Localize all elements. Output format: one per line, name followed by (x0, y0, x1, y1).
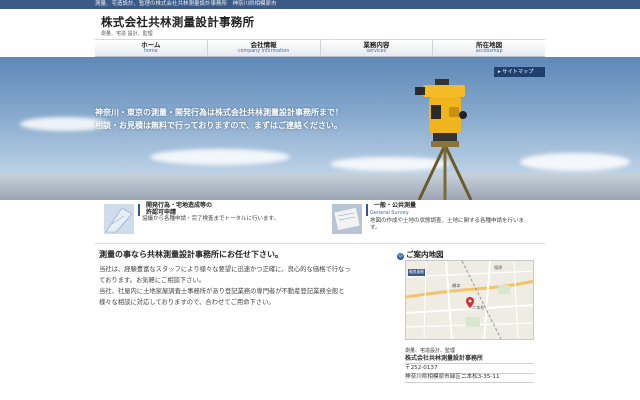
horizon-ground (0, 174, 640, 200)
feature-english-title: General Survey (370, 210, 409, 216)
sitemap-button[interactable]: ▸ サイトマップ (494, 67, 545, 77)
survey-document-image (332, 204, 362, 234)
main-paragraph2-line2: 様々な相談に対応しておりますので、合わせてご用命下さい。 (99, 299, 275, 306)
feature-accent-bar (138, 204, 140, 216)
theodolite-image (415, 79, 473, 200)
sidebar-divider (405, 382, 534, 383)
hero-text-line1: 神奈川・東京の測量・開発行為は株式会社共林測量設計事務所まで！ (95, 108, 343, 117)
cloud-shape (150, 149, 290, 165)
nav-item-sublabel: accessmap (475, 49, 503, 54)
map-area-label: 橋本 (452, 283, 461, 288)
main-heading: 測量の事なら共林測量設計事務所にお任せ下さい。 (99, 250, 283, 259)
sidebar-company-name: 株式会社共林測量設計事務所 (405, 355, 484, 362)
blueprint-image (104, 204, 134, 234)
sidebar-title-text: ご案内地図 (406, 250, 444, 259)
sidebar-business-line: 測量、宅造設計、監理 (405, 348, 456, 354)
info-circle-icon: ◎ (397, 253, 404, 260)
feature-general-survey[interactable]: 一般・公共測量 General Survey 地図の作成や土地の状態調査、土地に… (327, 202, 545, 240)
main-paragraph1-line2: ております。お気軽にご相談下さい。 (99, 277, 206, 284)
nav-item-company[interactable]: 会社情報 company information (208, 40, 321, 56)
nav-item-label: 業務内容 (363, 41, 390, 49)
nav-item-services[interactable]: 業務内容 services (321, 40, 434, 56)
nav-item-home[interactable]: ホーム home (95, 40, 208, 56)
feature-development-permits[interactable]: 開発行為・宅地造成等の 許認可申請 協議から各種申請・完了検査までトータルに行い… (99, 202, 319, 240)
nav-item-label: 会社情報 (250, 41, 277, 49)
company-subtitle: 測量、宅造 設計、監理 (101, 31, 153, 37)
map-station-label: 福良島駅 (408, 269, 425, 276)
sidebar-divider (405, 363, 534, 364)
nav-item-label: ホーム (141, 41, 161, 49)
sitemap-button-label: サイトマップ (502, 69, 534, 75)
arrow-right-icon: ▸ (498, 69, 501, 75)
cloud-shape (520, 153, 630, 171)
main-paragraph1-line1: 当社は、経験豊富なスタッフにより様々な要望に迅速かつ正確に、良心的な価格で行なっ (99, 266, 351, 273)
top-strip-text: 測量、宅造設計、監理の株式会社共林測量設計事務所 神奈川県相模原市 (95, 1, 277, 7)
access-map[interactable]: 福良島駅 相原 橋本 二本松 (405, 260, 534, 340)
sidebar-postal-code: 〒252-0137 (405, 365, 438, 371)
sidebar-title: ◎ ご案内地図 (397, 249, 444, 260)
sidebar-address: 神奈川県相模原市緑区二本松3-35-11 (405, 374, 500, 380)
map-area-label: 相原 (494, 265, 503, 270)
hero-text-line2: 相談・お見積は無料で行っておりますので、まずはご連絡ください。 (95, 121, 343, 130)
company-logo-name[interactable]: 株式会社共林測量設計事務所 (101, 14, 254, 30)
nav-item-label: 所在地図 (476, 41, 503, 49)
top-strip: 測量、宅造設計、監理の株式会社共林測量設計事務所 神奈川県相模原市 (0, 0, 640, 9)
site-header: 株式会社共林測量設計事務所 測量、宅造 設計、監理 (95, 9, 545, 41)
main-nav: ホーム home 会社情報 company information 業務内容 s… (95, 39, 545, 57)
nav-item-sublabel: home (144, 49, 158, 54)
feature-description: 協議から各種申請・完了検査までトータルに行います。 (142, 216, 279, 222)
main-paragraph2-line1: 当社、社屋内に土地家屋調査士事務所があり登記業務の専門者が不動産登記業務全般と (99, 288, 345, 295)
feature-description-line2: す。 (370, 225, 381, 231)
map-pin-icon (466, 297, 474, 308)
feature-description-line1: 地図の作成や土地の状態調査、土地に関する各種申請を行いま (370, 218, 525, 224)
section-divider (95, 243, 545, 244)
hero-banner: ▸ サイトマップ 神奈川・東京の測量・開発行為は株式会社共林測量設計事務所まで！… (0, 57, 640, 200)
nav-item-accessmap[interactable]: 所在地図 accessmap (433, 40, 545, 56)
feature-title: 一般・公共測量 (374, 202, 417, 209)
feature-accent-bar (366, 204, 368, 216)
nav-item-sublabel: services (366, 49, 387, 54)
nav-item-sublabel: company information (237, 49, 290, 54)
